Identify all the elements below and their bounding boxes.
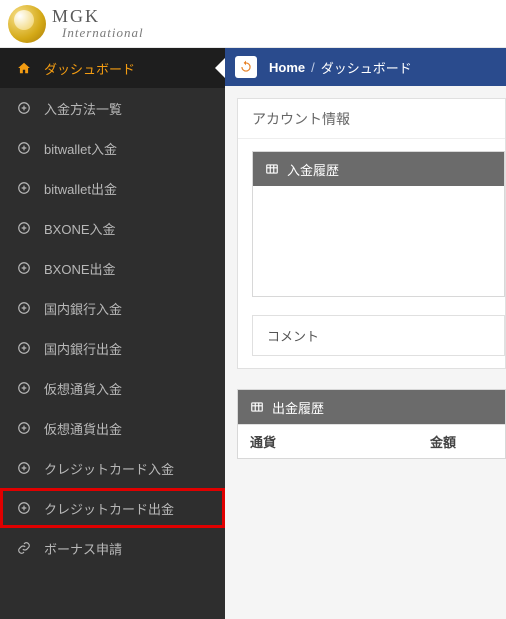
plus-circle-icon	[14, 341, 34, 355]
card-title-bar: 入金履歴	[253, 152, 504, 186]
sidebar-item-label: クレジットカード入金	[44, 459, 174, 478]
withdraw-history-card: 出金履歴 通貨 金額	[237, 389, 506, 459]
panel-title: アカウント情報	[238, 99, 505, 139]
deposit-history-body	[253, 186, 504, 296]
account-info-panel: アカウント情報 入金履歴 コメント	[237, 98, 506, 369]
link-icon	[14, 541, 34, 555]
sidebar-item-dashboard[interactable]: ダッシュボード	[0, 48, 225, 88]
sidebar-item-label: bitwallet入金	[44, 139, 117, 158]
sidebar-item-label: BXONE出金	[44, 259, 116, 278]
sidebar-item-label: 仮想通貨出金	[44, 419, 122, 438]
breadcrumb-separator: /	[311, 60, 315, 75]
brand-text: MGK International	[52, 7, 144, 40]
sidebar-item-label: 入金方法一覧	[44, 99, 122, 118]
table-icon	[250, 400, 264, 414]
home-icon	[14, 61, 34, 75]
sidebar-item-label: BXONE入金	[44, 219, 116, 238]
refresh-icon	[239, 60, 253, 74]
table-column-amount: 金額	[418, 432, 505, 451]
card-title: 入金履歴	[287, 160, 339, 179]
refresh-button[interactable]	[235, 56, 257, 78]
breadcrumb-home[interactable]: Home	[269, 60, 305, 75]
brand-subtitle: International	[62, 26, 144, 40]
sidebar-item-bxone-withdraw[interactable]: BXONE出金	[0, 248, 225, 288]
sidebar-item-label: bitwallet出金	[44, 179, 117, 198]
plus-circle-icon	[14, 301, 34, 315]
sidebar-item-domestic-bank-withdraw[interactable]: 国内銀行出金	[0, 328, 225, 368]
sidebar-item-bxone-deposit[interactable]: BXONE入金	[0, 208, 225, 248]
sidebar-item-bonus-request[interactable]: ボーナス申請	[0, 528, 225, 568]
plus-circle-icon	[14, 221, 34, 235]
plus-circle-icon	[14, 501, 34, 515]
sidebar-item-bitwallet-withdraw[interactable]: bitwallet出金	[0, 168, 225, 208]
deposit-history-card: 入金履歴	[252, 151, 505, 297]
plus-circle-icon	[14, 141, 34, 155]
plus-circle-icon	[14, 421, 34, 435]
sidebar-item-label: ボーナス申請	[44, 539, 122, 558]
plus-circle-icon	[14, 101, 34, 115]
comment-label-text: コメント	[267, 329, 319, 344]
sidebar-item-label: 国内銀行出金	[44, 339, 122, 358]
table-icon	[265, 162, 279, 176]
sidebar-item-label: クレジットカード出金	[44, 499, 174, 518]
sidebar-item-creditcard-withdraw[interactable]: クレジットカード出金	[0, 488, 225, 528]
sidebar-item-deposit-list[interactable]: 入金方法一覧	[0, 88, 225, 128]
sidebar-item-crypto-deposit[interactable]: 仮想通貨入金	[0, 368, 225, 408]
sidebar-item-bitwallet-deposit[interactable]: bitwallet入金	[0, 128, 225, 168]
brand-name: MGK	[52, 7, 144, 26]
comment-section: コメント	[252, 315, 505, 356]
sidebar-item-label: 仮想通貨入金	[44, 379, 122, 398]
plus-circle-icon	[14, 381, 34, 395]
table-header-row: 通貨 金額	[238, 424, 505, 458]
table-column-currency: 通貨	[238, 432, 418, 451]
app-header: MGK International	[0, 0, 506, 48]
breadcrumb-current: ダッシュボード	[321, 58, 412, 77]
sidebar-item-label: ダッシュボード	[44, 59, 135, 78]
breadcrumb: Home / ダッシュボード	[225, 48, 506, 86]
card-title: 出金履歴	[272, 398, 324, 417]
sidebar-item-domestic-bank-deposit[interactable]: 国内銀行入金	[0, 288, 225, 328]
sidebar: ダッシュボード 入金方法一覧 bitwallet入金 bitwallet出金 B	[0, 48, 225, 619]
plus-circle-icon	[14, 261, 34, 275]
plus-circle-icon	[14, 461, 34, 475]
sidebar-item-label: 国内銀行入金	[44, 299, 122, 318]
plus-circle-icon	[14, 181, 34, 195]
card-title-bar: 出金履歴	[238, 390, 505, 424]
main-content: Home / ダッシュボード アカウント情報 入金履歴	[225, 48, 506, 619]
sidebar-item-creditcard-deposit[interactable]: クレジットカード入金	[0, 448, 225, 488]
sidebar-item-crypto-withdraw[interactable]: 仮想通貨出金	[0, 408, 225, 448]
brand-logo	[8, 5, 46, 43]
